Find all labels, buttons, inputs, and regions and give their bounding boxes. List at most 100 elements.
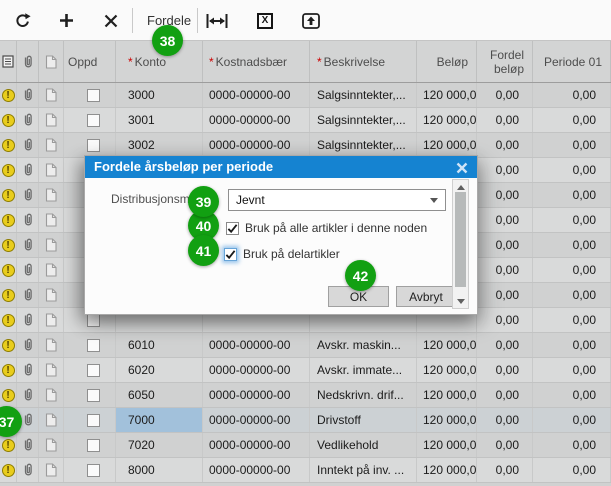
cell-attachment[interactable] xyxy=(17,133,39,157)
cell-attachment[interactable] xyxy=(17,383,39,407)
cell-note[interactable] xyxy=(39,333,64,357)
cell-periode-01[interactable]: 0,00 xyxy=(533,233,611,257)
cell-kostnadsbaerer[interactable]: 0000-00000-00 xyxy=(203,408,310,432)
cell-note[interactable] xyxy=(39,83,64,107)
column-header-belop[interactable]: Beløp xyxy=(417,41,477,82)
cell-konto[interactable]: 3000 xyxy=(116,83,203,107)
cell-fordel-belop[interactable]: 0,00 xyxy=(477,408,533,432)
cell-attachment[interactable] xyxy=(17,233,39,257)
cell-periode-01[interactable]: 0,00 xyxy=(533,333,611,357)
subarticles-checkbox[interactable] xyxy=(224,247,237,261)
cell-belop[interactable]: 120 000,00 xyxy=(417,333,477,357)
cell-fordel-belop[interactable]: 0,00 xyxy=(477,258,533,282)
scrollbar-thumb[interactable] xyxy=(455,192,466,287)
cell-periode-01[interactable]: 0,00 xyxy=(533,283,611,307)
upload-button[interactable] xyxy=(297,7,325,34)
cell-fordel-belop[interactable]: 0,00 xyxy=(477,158,533,182)
cell-konto[interactable]: 7000 xyxy=(116,408,203,432)
cell-fordel-belop[interactable]: 0,00 xyxy=(477,208,533,232)
scroll-down-button[interactable] xyxy=(453,294,468,308)
row-checkbox[interactable] xyxy=(87,338,100,352)
row-checkbox[interactable] xyxy=(87,113,100,127)
cell-belop[interactable]: 120 000,00 xyxy=(417,408,477,432)
column-header-periode[interactable]: Periode 01 xyxy=(533,41,611,82)
cell-fordel-belop[interactable]: 0,00 xyxy=(477,283,533,307)
cell-periode-01[interactable]: 0,00 xyxy=(533,358,611,382)
row-checkbox[interactable] xyxy=(87,388,100,402)
cell-attachment[interactable] xyxy=(17,183,39,207)
cell-note[interactable] xyxy=(39,408,64,432)
column-header-attach[interactable] xyxy=(17,41,39,82)
cell-note[interactable] xyxy=(39,283,64,307)
cell-belop[interactable]: 120 000,00 xyxy=(417,358,477,382)
row-checkbox[interactable] xyxy=(87,413,100,427)
cell-fordel-belop[interactable]: 0,00 xyxy=(477,308,533,332)
cell-attachment[interactable] xyxy=(17,258,39,282)
column-header-beskrivelse[interactable]: * Beskrivelse xyxy=(310,41,417,82)
cell-periode-01[interactable]: 0,00 xyxy=(533,458,611,482)
refresh-button[interactable] xyxy=(8,7,36,34)
cell-fordel-belop[interactable]: 0,00 xyxy=(477,133,533,157)
column-header-fordel[interactable]: Fordel beløp xyxy=(477,41,533,82)
cell-fordel-belop[interactable]: 0,00 xyxy=(477,83,533,107)
cell-konto[interactable]: 6020 xyxy=(116,358,203,382)
cell-periode-01[interactable]: 0,00 xyxy=(533,183,611,207)
cell-attachment[interactable] xyxy=(17,158,39,182)
cell-kostnadsbaerer[interactable]: 0000-00000-00 xyxy=(203,133,310,157)
cell-fordel-belop[interactable]: 0,00 xyxy=(477,358,533,382)
cell-note[interactable] xyxy=(39,308,64,332)
cell-note[interactable] xyxy=(39,258,64,282)
cell-attachment[interactable] xyxy=(17,358,39,382)
all-articles-checkbox[interactable] xyxy=(226,221,239,235)
cell-fordel-belop[interactable]: 0,00 xyxy=(477,108,533,132)
cell-konto[interactable]: 3001 xyxy=(116,108,203,132)
cell-kostnadsbaerer[interactable]: 0000-00000-00 xyxy=(203,433,310,457)
cell-note[interactable] xyxy=(39,383,64,407)
dialog-close-button[interactable] xyxy=(454,160,470,175)
cell-beskrivelse[interactable]: Vedlikehold xyxy=(310,433,417,457)
cell-konto[interactable]: 6050 xyxy=(116,383,203,407)
cell-attachment[interactable] xyxy=(17,108,39,132)
cell-fordel-belop[interactable]: 0,00 xyxy=(477,183,533,207)
cell-periode-01[interactable]: 0,00 xyxy=(533,108,611,132)
cell-belop[interactable]: 120 000,00 xyxy=(417,383,477,407)
cell-belop[interactable]: 120 000,00 xyxy=(417,108,477,132)
cell-attachment[interactable] xyxy=(17,433,39,457)
cell-note[interactable] xyxy=(39,183,64,207)
cell-periode-01[interactable]: 0,00 xyxy=(533,258,611,282)
cell-note[interactable] xyxy=(39,233,64,257)
cell-konto[interactable]: 3002 xyxy=(116,133,203,157)
cell-attachment[interactable] xyxy=(17,208,39,232)
cell-kostnadsbaerer[interactable]: 0000-00000-00 xyxy=(203,358,310,382)
cell-attachment[interactable] xyxy=(17,283,39,307)
cell-beskrivelse[interactable]: Salgsinntekter,... xyxy=(310,83,417,107)
cell-konto[interactable]: 7020 xyxy=(116,433,203,457)
row-checkbox[interactable] xyxy=(87,138,100,152)
cell-periode-01[interactable]: 0,00 xyxy=(533,133,611,157)
cancel-button[interactable]: Avbryt xyxy=(396,286,456,307)
column-header-kost[interactable]: * Kostnadsbær xyxy=(203,41,310,82)
cell-note[interactable] xyxy=(39,458,64,482)
column-header-oppd[interactable]: Oppd xyxy=(64,41,116,82)
cell-beskrivelse[interactable]: Nedskrivn. drif... xyxy=(310,383,417,407)
cell-periode-01[interactable]: 0,00 xyxy=(533,433,611,457)
cell-beskrivelse[interactable]: Avskr. maskin... xyxy=(310,333,417,357)
cell-fordel-belop[interactable]: 0,00 xyxy=(477,383,533,407)
add-row-button[interactable] xyxy=(52,7,80,34)
cell-periode-01[interactable]: 0,00 xyxy=(533,208,611,232)
cell-note[interactable] xyxy=(39,108,64,132)
cell-periode-01[interactable]: 0,00 xyxy=(533,158,611,182)
cell-belop[interactable]: 120 000,00 xyxy=(417,133,477,157)
cell-periode-01[interactable]: 0,00 xyxy=(533,83,611,107)
cell-periode-01[interactable]: 0,00 xyxy=(533,308,611,332)
cell-kostnadsbaerer[interactable]: 0000-00000-00 xyxy=(203,333,310,357)
cell-attachment[interactable] xyxy=(17,308,39,332)
row-checkbox[interactable] xyxy=(87,313,100,327)
cell-attachment[interactable] xyxy=(17,458,39,482)
cell-note[interactable] xyxy=(39,158,64,182)
distribution-method-select[interactable]: Jevnt xyxy=(228,189,446,211)
cell-note[interactable] xyxy=(39,133,64,157)
cell-fordel-belop[interactable]: 0,00 xyxy=(477,333,533,357)
cell-note[interactable] xyxy=(39,358,64,382)
cell-attachment[interactable] xyxy=(17,333,39,357)
